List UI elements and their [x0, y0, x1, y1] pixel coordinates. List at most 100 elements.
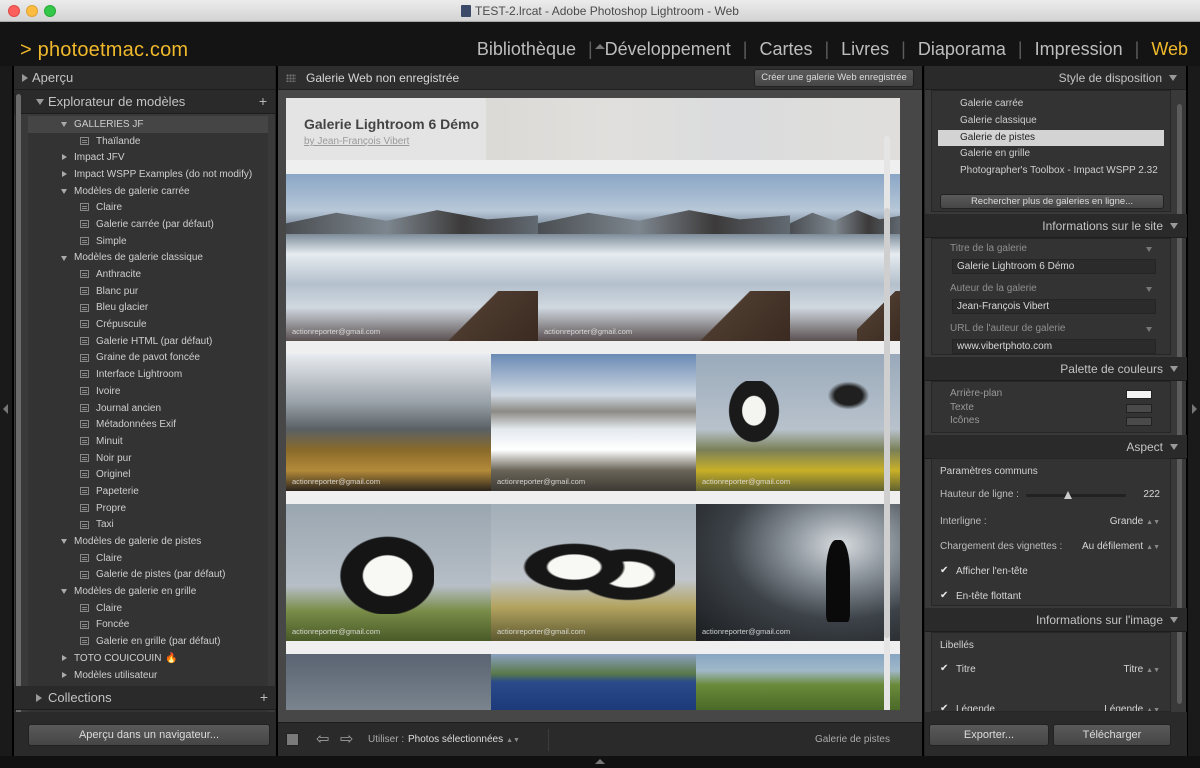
- right-panel-edge[interactable]: [1188, 66, 1200, 756]
- template-preset[interactable]: Galerie de pistes (par défaut): [28, 567, 268, 584]
- field-menu-icon[interactable]: [1146, 247, 1152, 252]
- template-preset[interactable]: Claire: [28, 600, 268, 617]
- collapsed-triangle-icon[interactable]: [62, 671, 67, 678]
- template-folder[interactable]: Modèles de galerie de pistes: [28, 533, 268, 550]
- gallery-photo[interactable]: actionreporter@gmail.com: [286, 504, 491, 641]
- line-spacing-dropdown[interactable]: Grande ▲▼: [1110, 516, 1160, 527]
- title-dropdown[interactable]: Titre ▲▼: [1124, 664, 1161, 675]
- upload-button[interactable]: Télécharger: [1053, 724, 1171, 746]
- color-swatch[interactable]: [1126, 403, 1152, 413]
- row-height-slider-track[interactable]: [1026, 491, 1126, 499]
- thumb-loading-dropdown[interactable]: Au défilement ▲▼: [1082, 541, 1160, 552]
- use-dropdown[interactable]: Photos sélectionnées ▲▼: [408, 734, 520, 745]
- expanded-triangle-icon[interactable]: [61, 188, 67, 194]
- next-arrow-icon[interactable]: ⇨: [340, 729, 353, 749]
- collections-panel-header[interactable]: Collections +: [14, 686, 276, 710]
- template-preset[interactable]: Originel: [28, 466, 268, 483]
- layout-style-galerie-de-pistes[interactable]: Galerie de pistes: [938, 129, 1164, 147]
- left-panel-scrollbar[interactable]: [15, 94, 21, 744]
- gallery-photo[interactable]: actionreporter@gmail.com: [286, 174, 538, 341]
- template-folder[interactable]: Modèles de galerie en grille: [28, 583, 268, 600]
- template-folder[interactable]: TOTO COUICOUIN 🔥: [28, 650, 268, 667]
- gallery-photo[interactable]: actionreporter@gmail.com: [491, 504, 696, 641]
- caption-checkbox[interactable]: ✔: [940, 704, 950, 712]
- layout-style-galerie-classique[interactable]: Galerie classique: [932, 113, 1170, 130]
- layout-style-header[interactable]: Style de disposition: [925, 66, 1186, 90]
- template-preset[interactable]: Propre: [28, 500, 268, 517]
- caption-dropdown[interactable]: Légende ▲▼: [1104, 704, 1160, 711]
- expanded-triangle-icon[interactable]: [61, 589, 67, 595]
- template-preset[interactable]: Journal ancien: [28, 400, 268, 417]
- preview-scroll-thumb[interactable]: [884, 208, 890, 638]
- module-developpement[interactable]: Développement: [593, 39, 743, 60]
- export-button[interactable]: Exporter...: [929, 724, 1049, 746]
- template-folder[interactable]: Impact JFV: [28, 149, 268, 166]
- gallery-photo[interactable]: actionreporter@gmail.com: [286, 354, 491, 491]
- template-preset[interactable]: Graine de pavot foncée: [28, 350, 268, 367]
- site-field-input[interactable]: Galerie Lightroom 6 Démo: [952, 259, 1156, 274]
- template-folder[interactable]: Impact WSPP Examples (do not modify): [28, 166, 268, 183]
- layout-style-galerie-carree[interactable]: Galerie carrée: [932, 96, 1170, 113]
- module-impression[interactable]: Impression: [1023, 39, 1135, 60]
- template-preset[interactable]: Papeterie: [28, 483, 268, 500]
- add-template-icon[interactable]: +: [259, 93, 267, 109]
- template-preset[interactable]: Claire: [28, 199, 268, 216]
- preview-panel-header[interactable]: Aperçu: [14, 66, 275, 90]
- web-gallery-preview[interactable]: Galerie Lightroom 6 Démo by Jean-Françoi…: [286, 98, 900, 710]
- field-menu-icon[interactable]: [1146, 287, 1152, 292]
- template-preset[interactable]: Noir pur: [28, 450, 268, 467]
- collapsed-triangle-icon[interactable]: [62, 171, 67, 178]
- collapse-left-panel-icon[interactable]: [3, 404, 8, 414]
- stop-icon[interactable]: [286, 733, 299, 746]
- template-folder[interactable]: Modèles utilisateur: [28, 667, 268, 684]
- previous-arrow-icon[interactable]: ⇦: [316, 729, 329, 749]
- gallery-photo[interactable]: [696, 654, 900, 710]
- layout-style-photographer-s-toolbox-impact-wspp-2-32[interactable]: Photographer's Toolbox - Impact WSPP 2.3…: [932, 163, 1170, 180]
- left-panel-scroll-thumb[interactable]: [16, 94, 21, 742]
- add-collection-icon[interactable]: +: [260, 689, 268, 705]
- expanded-triangle-icon[interactable]: [61, 122, 67, 127]
- title-checkbox[interactable]: ✔: [940, 664, 950, 674]
- site-field-input[interactable]: www.vibertphoto.com: [952, 339, 1156, 354]
- color-swatch[interactable]: [1126, 390, 1152, 399]
- collapsed-triangle-icon[interactable]: [62, 655, 67, 661]
- template-browser-header[interactable]: Explorateur de modèles +: [14, 90, 275, 114]
- module-diaporama[interactable]: Diaporama: [906, 39, 1018, 60]
- site-info-header[interactable]: Informations sur le site: [925, 214, 1187, 238]
- find-more-galleries-button[interactable]: Rechercher plus de galeries en ligne...: [940, 194, 1164, 209]
- template-preset[interactable]: Taxi: [28, 517, 268, 534]
- template-preset[interactable]: Interface Lightroom: [28, 366, 268, 383]
- template-preset[interactable]: Minuit: [28, 433, 268, 450]
- collapse-right-panel-icon[interactable]: [1192, 404, 1197, 414]
- template-preset[interactable]: Galerie HTML (par défaut): [28, 333, 268, 350]
- gallery-photo[interactable]: actionreporter@gmail.com: [491, 354, 696, 491]
- template-preset[interactable]: Crépuscule: [28, 316, 268, 333]
- field-menu-icon[interactable]: [1146, 327, 1152, 332]
- module-web[interactable]: Web: [1139, 39, 1190, 60]
- gallery-photo[interactable]: [286, 654, 491, 710]
- template-preset[interactable]: Bleu glacier: [28, 300, 268, 317]
- template-preset[interactable]: Thaïlande: [28, 133, 268, 150]
- filmstrip-edge[interactable]: [0, 756, 1200, 768]
- module-cartes[interactable]: Cartes: [747, 39, 824, 60]
- color-swatch[interactable]: [1126, 417, 1152, 426]
- gallery-photo[interactable]: actionreporter@gmail.com: [538, 174, 790, 341]
- module-livres[interactable]: Livres: [829, 39, 901, 60]
- template-folder[interactable]: GALLERIES JF: [28, 116, 268, 133]
- appearance-header[interactable]: Aspect: [925, 435, 1187, 459]
- expanded-triangle-icon[interactable]: [61, 539, 67, 545]
- left-panel-edge[interactable]: [0, 66, 12, 756]
- expand-filmstrip-icon[interactable]: [595, 759, 605, 764]
- gallery-photo[interactable]: actionreporter@gmail.com: [696, 504, 900, 641]
- collapsed-triangle-icon[interactable]: [62, 154, 67, 161]
- template-folder[interactable]: Modèles de galerie classique: [28, 250, 268, 267]
- site-field-input[interactable]: Jean-François Vibert: [952, 299, 1156, 314]
- preview-in-browser-button[interactable]: Aperçu dans un navigateur...: [28, 724, 270, 746]
- create-saved-gallery-button[interactable]: Créer une galerie Web enregistrée: [754, 69, 914, 87]
- gallery-author-link[interactable]: by Jean-François Vibert: [304, 136, 409, 147]
- template-preset[interactable]: Anthracite: [28, 266, 268, 283]
- row-height-slider-thumb[interactable]: [1064, 491, 1072, 499]
- row-height-value[interactable]: 222: [1143, 489, 1160, 500]
- template-preset[interactable]: Simple: [28, 233, 268, 250]
- template-preset[interactable]: Foncée: [28, 617, 268, 634]
